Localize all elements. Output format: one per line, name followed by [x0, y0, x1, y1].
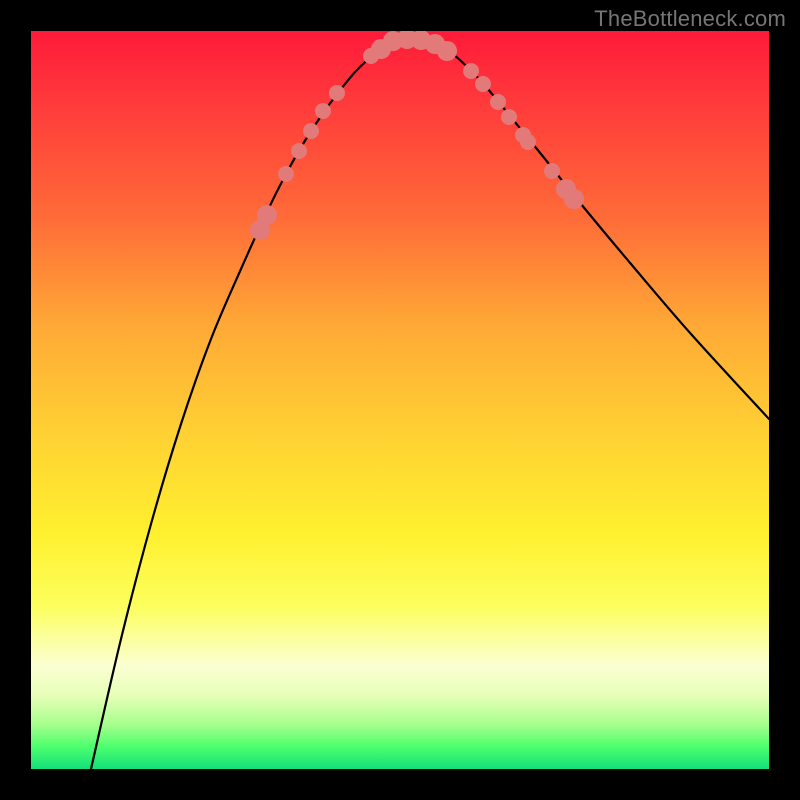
curve-marker: [501, 109, 517, 125]
curve-marker: [475, 76, 491, 92]
curve-marker: [291, 143, 307, 159]
curve-marker: [437, 41, 457, 61]
curve-marker: [278, 166, 294, 182]
curve-marker: [329, 85, 345, 101]
plot-area: [31, 31, 769, 769]
watermark-text: TheBottleneck.com: [594, 6, 786, 32]
curve-marker: [490, 94, 506, 110]
curve-marker: [520, 134, 536, 150]
bottleneck-curve: [91, 38, 769, 769]
curve-marker: [463, 63, 479, 79]
curve-marker: [564, 189, 584, 209]
curve-marker: [315, 103, 331, 119]
curve-marker: [544, 163, 560, 179]
chart-svg: [31, 31, 769, 769]
chart-frame: TheBottleneck.com: [0, 0, 800, 800]
curve-marker: [257, 205, 277, 225]
curve-markers: [250, 31, 584, 240]
curve-marker: [303, 123, 319, 139]
